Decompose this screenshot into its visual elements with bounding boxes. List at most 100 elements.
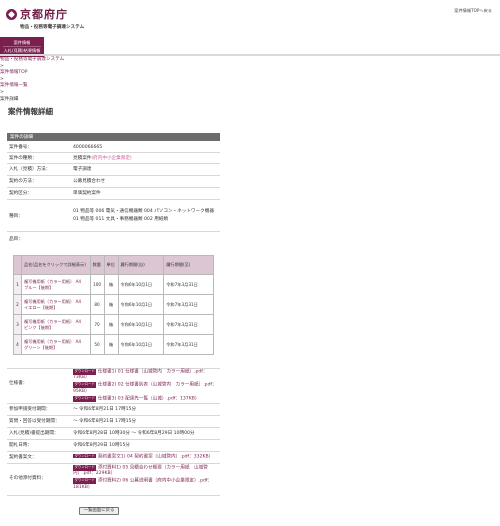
table-row: 1 複写機用紙（カラー用紙） A4 ブルー【後期】 100 箱 令和6年10月1… <box>13 274 214 295</box>
site-logo[interactable]: 京都府庁 物品・役務等電子調達システム <box>6 8 84 30</box>
case-no-label: 案件番号： <box>9 145 32 150</box>
prefecture-seal-icon <box>6 9 17 21</box>
row-qty: 100 <box>89 274 105 295</box>
apply-value: 〜 令和6年8月21日 17時15分 <box>73 407 137 412</box>
detail-row-submit: 入札(見積)書提出期間： 令和6年8月28日 10時30分 〜 令和6年8月29… <box>7 428 220 440</box>
detail-row-apply: 参加申請受付期間： 〜 令和6年8月21日 17時15分 <box>7 404 220 416</box>
other-doc-size: 181KB） <box>73 484 93 490</box>
breadcrumb-list[interactable]: 案件情報一覧 <box>0 83 64 90</box>
other-docs-label: その他添付資料： <box>9 476 46 481</box>
spec-file-link[interactable]: 仕様書2) 02 仕様書別表（山城管内 カラー用紙）.pdf： <box>98 383 217 388</box>
method-label: 入札（見積）方法： <box>9 167 51 172</box>
spec-files: ダウンロード 仕様書1) 01 仕様書（山城管内 カラー用紙）.pdf： 73KB）… <box>73 369 219 404</box>
types-value: 01 物品等 006 電気・通信機器類 004 パソコン・ネットワーク機器 01… <box>73 209 219 222</box>
table-row: 3 複写機用紙（カラー用紙） A4 ピンク【後期】 70 箱 令和6年10月1日… <box>13 314 214 335</box>
spec-file-3: ダウンロード 仕様書3) 03 配達先一覧（山城）.pdf：137KB） <box>73 395 219 402</box>
method-value: 電子調達 <box>73 167 92 172</box>
breadcrumb: 物品・役務等電子調達システム > 案件情報TOP > 案件情報一覧 > 案件詳細 <box>0 57 64 103</box>
spec-file-link[interactable]: 仕様書1) 01 仕様書（山城管内 カラー用紙）.pdf： <box>98 369 208 374</box>
open-label: 開札日時： <box>9 443 32 448</box>
row-no: 1 <box>13 274 22 295</box>
contract-value: 公募見積合わせ <box>73 179 106 184</box>
site-header: 京都府庁 物品・役務等電子調達システム 案件情報TOPへ戻る <box>0 0 500 34</box>
other-doc-link[interactable]: 添付資料2) 06 公募説明書（府内中小企業限定）.pdf： <box>98 479 212 484</box>
kind-note: (府内中小企業限定) <box>91 156 132 161</box>
submit-label: 入札(見積)書提出期間： <box>9 431 59 436</box>
types-label: 種目： <box>9 214 23 219</box>
contract-doc-label: 契約書案文： <box>9 455 37 460</box>
row-no: 2 <box>13 294 22 315</box>
row-no: 3 <box>13 314 22 335</box>
item-name-link[interactable]: 複写機用紙（カラー用紙） A4 ブルー【後期】 <box>20 274 91 295</box>
row-from: 令和6年10月1日 <box>117 274 165 295</box>
items-table: 品名(品名をクリックで詳細表示) 数量 単位 履行期間(自) 履行期間(至) 1… <box>13 255 214 355</box>
open-value: 令和6年8月29日 10時15分 <box>73 443 130 448</box>
header-qty: 数量 <box>89 255 105 275</box>
item-name-link[interactable]: 複写機用紙（カラー用紙） A4 ピンク【後期】 <box>20 314 91 335</box>
back-to-top-link[interactable]: 案件情報TOPへ戻る <box>454 8 492 13</box>
section-title: 案件の詳細 <box>7 133 220 141</box>
spec-file-2: ダウンロード 仕様書2) 02 仕様書別表（山城管内 カラー用紙）.pdf： 95K… <box>73 382 219 394</box>
row-no: 4 <box>13 334 22 355</box>
download-badge: ダウンロード <box>73 369 97 375</box>
row-to: 令和7年3月31日 <box>163 274 214 295</box>
types-line: 01 物品等 011 文具・事務機器類 002 用紙類 <box>73 216 168 222</box>
item-name-link[interactable]: 複写機用紙（カラー用紙） A4 グリーン【後期】 <box>20 334 91 355</box>
question-label: 質問・回答以受付期間： <box>9 419 60 424</box>
kind-value-wrap: 見積案件(府内中小企業限定) <box>73 156 219 162</box>
detail-row-contract-doc: 契約書案文： ダウンロード 契約書案文1) 04 契約書案（山城管内）.pdf：3… <box>7 452 220 464</box>
case-no-value: 4000066665 <box>73 145 103 150</box>
row-from: 令和6年10月1日 <box>117 314 165 335</box>
row-from: 令和6年10月1日 <box>117 294 165 315</box>
system-name: 物品・役務等電子調達システム <box>20 24 85 30</box>
row-qty: 50 <box>89 334 105 355</box>
header-unit: 単位 <box>103 255 119 275</box>
items-table-header: 品名(品名をクリックで詳細表示) 数量 単位 履行期間(自) 履行期間(至) <box>13 255 214 275</box>
detail-row-question: 質問・回答以受付期間： 〜 令和6年8月21日 17時15分 <box>7 416 220 428</box>
spec-file-link[interactable]: 仕様書3) 03 配達先一覧（山城）.pdf：137KB） <box>98 396 200 401</box>
header-divider <box>0 54 500 56</box>
detail-row-method: 入札（見積）方法： 電子調達 <box>7 164 220 176</box>
breadcrumb-root[interactable]: 物品・役務等電子調達システム <box>0 57 64 64</box>
question-value: 〜 令和6年8月21日 17時15分 <box>73 419 137 424</box>
header-from: 履行期間(自) <box>117 255 165 275</box>
detail-row-kind: 案件の種類： 見積案件(府内中小企業限定) <box>7 153 220 164</box>
row-unit: 箱 <box>103 334 119 355</box>
other-doc-2: ダウンロード 添付資料2) 06 公募説明書（府内中小企業限定）.pdf： 181K… <box>73 478 219 490</box>
download-badge: ダウンロード <box>73 395 97 402</box>
contract-doc-link[interactable]: 契約書案文1) 04 契約書案（山城管内）.pdf：332KB） <box>98 454 213 459</box>
page-title: 案件情報詳細 <box>8 107 53 116</box>
other-doc-link[interactable]: 添付資料1) 05 見積合わせ概要（カラー用紙 山城管 <box>98 465 208 470</box>
contract-label: 契約の方法： <box>9 179 37 184</box>
item-name-link[interactable]: 複写機用紙（カラー用紙） A4 イエロー【後期】 <box>20 294 91 315</box>
spec-file-size: 73KB） <box>73 375 90 381</box>
other-docs-files: ダウンロード 添付資料1) 05 見積合わせ概要（カラー用紙 山城管 内）.pdf：… <box>73 465 219 492</box>
back-to-list-button[interactable]: 一覧画面に戻る <box>79 507 119 515</box>
header-to: 履行期間(至) <box>163 255 214 275</box>
table-row: 2 複写機用紙（カラー用紙） A4 イエロー【後期】 80 箱 令和6年10月1… <box>13 294 214 315</box>
spec-file-size: 95KB） <box>73 388 90 394</box>
header-name: 品名(品名をクリックで詳細表示) <box>20 255 91 275</box>
items-label: 品目： <box>9 237 23 242</box>
logo-text: 京都府庁 <box>20 8 68 21</box>
breadcrumb-current: 案件詳細 <box>0 96 19 102</box>
detail-row-types: 種目： 01 物品等 006 電気・通信機器類 004 パソコン・ネットワーク機… <box>7 200 220 232</box>
detail-row-spec: 仕様書： ダウンロード 仕様書1) 01 仕様書（山城管内 カラー用紙）.pdf：… <box>7 369 220 404</box>
breadcrumb-top[interactable]: 案件情報TOP <box>0 70 64 77</box>
row-from: 令和6年10月1日 <box>117 334 165 355</box>
detail-row-category: 契約区分： 単価契約案件 <box>7 188 220 200</box>
download-badge: ダウンロード <box>73 478 97 485</box>
table-row: 4 複写機用紙（カラー用紙） A4 グリーン【後期】 50 箱 令和6年10月1… <box>13 334 214 355</box>
row-qty: 70 <box>89 314 105 335</box>
other-doc-size: 内）.pdf：229KB） <box>73 471 116 477</box>
detail-row-case-no: 案件番号： 4000066665 <box>7 142 220 153</box>
row-qty: 80 <box>89 294 105 315</box>
row-unit: 箱 <box>103 294 119 315</box>
kind-label: 案件の種類： <box>9 156 37 161</box>
apply-label: 参加申請受付期間： <box>9 407 51 412</box>
category-label: 契約区分： <box>9 191 32 196</box>
detail-row-open: 開札日時： 令和6年8月29日 10時15分 <box>7 440 220 452</box>
spec-file-1: ダウンロード 仕様書1) 01 仕様書（山城管内 カラー用紙）.pdf： 73KB） <box>73 369 219 381</box>
other-doc-1: ダウンロード 添付資料1) 05 見積合わせ概要（カラー用紙 山城管 内）.pdf：… <box>73 465 219 477</box>
nav-item-cases[interactable]: 案件情報 <box>3 39 41 46</box>
